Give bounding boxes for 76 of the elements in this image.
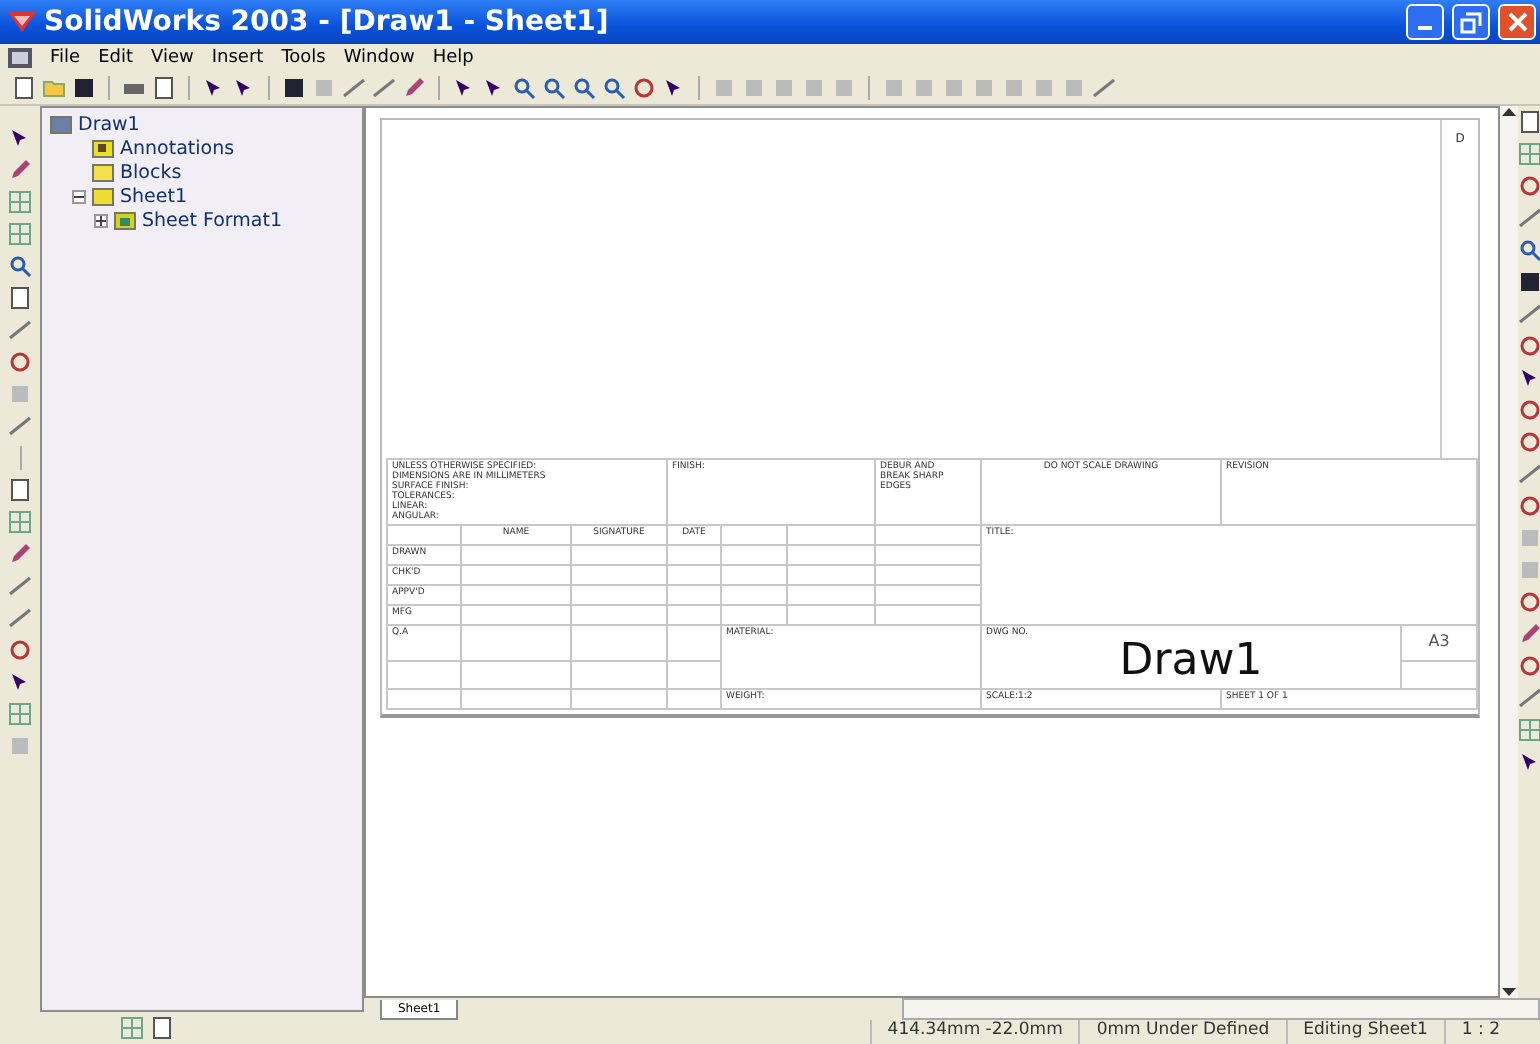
tree-item[interactable]: Blocks: [120, 162, 182, 184]
line-icon[interactable]: [8, 318, 32, 342]
window-title: SolidWorks 2003 - [Draw1 - Sheet1]: [44, 6, 611, 38]
circle-icon[interactable]: [1518, 430, 1540, 454]
circle-icon[interactable]: [632, 76, 656, 100]
menu-item[interactable]: Help: [432, 48, 474, 68]
page-icon[interactable]: [1518, 110, 1540, 134]
close-icon: [1507, 12, 1527, 32]
circle-icon[interactable]: [1518, 174, 1540, 198]
restore-icon: [1460, 11, 1482, 33]
sheet-size: A3: [1426, 630, 1452, 646]
arrow-icon[interactable]: [1518, 750, 1540, 774]
circle-icon[interactable]: [1518, 334, 1540, 358]
expand-toggle[interactable]: [94, 214, 108, 228]
zoom-icon[interactable]: [1518, 238, 1540, 262]
circle-icon[interactable]: [1518, 494, 1540, 518]
menu-item[interactable]: Insert: [211, 48, 264, 68]
app-logo-icon: [8, 10, 36, 34]
zoom-icon[interactable]: [8, 254, 32, 278]
circle-icon[interactable]: [1518, 398, 1540, 422]
scroll-up-arrow-icon[interactable]: [1502, 106, 1517, 118]
pencil-icon[interactable]: [8, 542, 32, 566]
line-icon[interactable]: [8, 606, 32, 630]
pencil-icon[interactable]: [402, 76, 426, 100]
minimize-icon: [1418, 26, 1432, 30]
document-icon: [8, 48, 32, 68]
status-text: 0mm Under Defined: [1078, 1020, 1286, 1044]
arrow-icon[interactable]: [1518, 366, 1540, 390]
page-icon[interactable]: [8, 286, 32, 310]
tree-item[interactable]: Draw1: [78, 114, 140, 136]
annotation-folder-icon: [92, 140, 114, 158]
page-icon[interactable]: [150, 1016, 174, 1040]
sheet-icon: [92, 188, 114, 206]
line-icon[interactable]: [8, 574, 32, 598]
line-icon[interactable]: [1092, 76, 1116, 100]
page-icon[interactable]: [152, 76, 176, 100]
menu-item[interactable]: Tools: [281, 48, 326, 68]
status-text: 414.34mm -22.0mm: [869, 1020, 1079, 1044]
sheet-format-icon: [114, 212, 136, 230]
page-icon[interactable]: [12, 76, 36, 100]
line-icon[interactable]: [1518, 206, 1540, 230]
menu-item[interactable]: File: [50, 48, 81, 68]
menu-item[interactable]: View: [151, 48, 194, 68]
circle-icon[interactable]: [1518, 654, 1540, 678]
zoom-icon[interactable]: [602, 76, 626, 100]
menu-item[interactable]: Edit: [98, 48, 133, 68]
line-icon[interactable]: [342, 76, 366, 100]
line-icon[interactable]: [372, 76, 396, 100]
status-text: Editing Sheet1: [1285, 1020, 1444, 1044]
circle-icon[interactable]: [1518, 590, 1540, 614]
minimize-button[interactable]: [1406, 4, 1444, 40]
scroll-down-arrow-icon[interactable]: [1502, 986, 1517, 998]
circle-icon[interactable]: [8, 638, 32, 662]
tree-item[interactable]: Sheet Format1: [142, 210, 283, 232]
tree-item[interactable]: Sheet1: [120, 186, 188, 208]
folder-icon: [92, 164, 114, 182]
vertical-scrollbar[interactable]: [1500, 106, 1519, 998]
line-icon[interactable]: [1518, 302, 1540, 326]
zoom-icon[interactable]: [572, 76, 596, 100]
circle-icon[interactable]: [8, 350, 32, 374]
line-icon[interactable]: [1518, 686, 1540, 710]
line-icon[interactable]: [1518, 462, 1540, 486]
restore-button[interactable]: [1452, 4, 1490, 40]
pencil-icon[interactable]: [8, 158, 32, 182]
close-button[interactable]: [1498, 4, 1536, 40]
line-icon[interactable]: [8, 414, 32, 438]
zoom-icon[interactable]: [512, 76, 536, 100]
collapse-toggle[interactable]: [72, 190, 86, 204]
horizontal-scrollbar[interactable]: [902, 998, 1540, 1020]
zoom-icon[interactable]: [542, 76, 566, 100]
drawing-number: Draw1: [1117, 638, 1265, 686]
page-icon[interactable]: [8, 478, 32, 502]
tree-item[interactable]: Annotations: [120, 138, 235, 160]
menu-item[interactable]: Window: [343, 48, 415, 68]
drawing-document-icon: [50, 116, 72, 134]
status-text: 1 : 2: [1443, 1020, 1516, 1044]
